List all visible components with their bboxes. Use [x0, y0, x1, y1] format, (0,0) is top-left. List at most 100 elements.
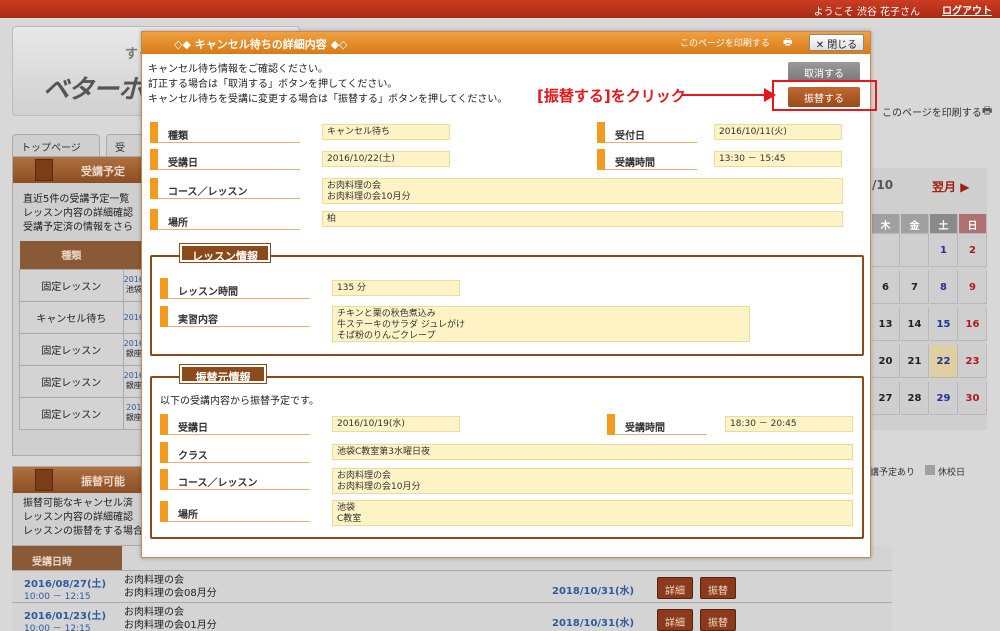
- panel-header: 受講予定: [13, 157, 149, 183]
- annotation-arrow: [682, 94, 768, 96]
- table-cell: 固定レッスン: [19, 364, 124, 398]
- close-icon: ✕: [815, 40, 825, 51]
- calendar-day[interactable]: 7: [901, 271, 929, 304]
- field-value: キャンセル待ち: [322, 124, 450, 140]
- field-value: 池袋 C教室: [332, 500, 853, 526]
- field-value: 18:30 － 20:45: [725, 416, 853, 432]
- calendar-month: /10: [872, 178, 894, 192]
- panel-text: 直近5件の受講予定一覧: [23, 194, 130, 205]
- calendar-day[interactable]: 9: [959, 271, 987, 304]
- table-row[interactable]: 固定レッスン 2016 銀座: [19, 332, 146, 366]
- cancel-wait-detail-modal: ◇◆ キャンセル待ちの詳細内容 ◆◇ このページを印刷する 🖶 ✕ 閉じる キャン…: [141, 31, 871, 558]
- top-bar: ようこそ 渋谷 花子さん ログアウト: [0, 0, 1000, 18]
- calendar-day[interactable]: 30: [959, 382, 987, 415]
- close-label: 閉じる: [827, 40, 858, 51]
- cancel-reservation-button[interactable]: 取消する: [788, 62, 860, 82]
- field-label: 受講日: [160, 414, 310, 435]
- tab-top-page[interactable]: トップページ: [12, 134, 100, 156]
- section-title: 振替元情報: [179, 364, 267, 384]
- calendar: /10 翌月 ▶ 木金土日 1 2 6 7 8 9 13 14 15 16 20 21 22 23 27 28 2…: [872, 168, 987, 430]
- field-label: 実習内容: [160, 306, 310, 327]
- calendar-day[interactable]: 13: [872, 308, 900, 341]
- modal-title: ◇◆ キャンセル待ちの詳細内容 ◆◇: [174, 38, 348, 51]
- panel-text: 受講予定済の情報をさら: [23, 222, 133, 233]
- origin-note: 以下の受講内容から振替予定です。: [160, 396, 319, 407]
- calendar-day[interactable]: 1: [930, 234, 958, 267]
- field-label: 受付日: [597, 122, 697, 143]
- transfer-button[interactable]: 振替: [700, 609, 736, 631]
- modal-print-link[interactable]: このページを印刷する: [680, 36, 770, 49]
- printer-icon: 🖶: [982, 104, 993, 117]
- transferable-panel: 振替可能 振替可能なキャンセル済 レッスン内容の詳細確認 レッスンの振替をする場…: [12, 466, 150, 546]
- calendar-day[interactable]: 15: [930, 308, 958, 341]
- print-page-link[interactable]: このページを印刷する: [882, 104, 982, 119]
- field-label: 場所: [150, 209, 300, 230]
- list-deadline: 2018/10/31(水): [552, 586, 635, 597]
- list-deadline: 2018/10/31(水): [552, 618, 635, 629]
- table-cell: 固定レッスン: [19, 332, 124, 366]
- legend-swatch: [925, 465, 935, 475]
- detail-button[interactable]: 詳細: [657, 609, 693, 631]
- field-value: 2016/10/19(水): [332, 416, 460, 432]
- field-value: お肉料理の会 お肉料理の会10月分: [332, 468, 853, 494]
- list-course: お肉料理の会: [124, 607, 184, 618]
- close-button[interactable]: ✕ 閉じる: [809, 34, 864, 51]
- panel-header: 振替可能: [13, 467, 149, 493]
- calendar-legend: 休校日: [938, 468, 966, 478]
- calendar-day[interactable]: 21: [901, 345, 929, 378]
- transfer-button[interactable]: 振替: [700, 577, 736, 599]
- list-time: 10:00 － 12:15: [24, 624, 91, 631]
- calendar-day[interactable]: 6: [872, 271, 900, 304]
- logout-link[interactable]: ログアウト: [942, 2, 992, 17]
- field-value: 13:30 － 15:45: [714, 151, 842, 167]
- calendar-day[interactable]: 16: [959, 308, 987, 341]
- book-icon: [35, 469, 53, 491]
- panel-title: 振替可能: [81, 475, 125, 488]
- book-icon: [35, 159, 53, 181]
- calendar-day[interactable]: 23: [959, 345, 987, 378]
- field-label: 受講日: [150, 149, 300, 170]
- field-value: 柏: [322, 211, 843, 227]
- calendar-day[interactable]: 22: [930, 345, 958, 378]
- next-month-link[interactable]: 翌月 ▶: [932, 178, 969, 195]
- calendar-day[interactable]: 8: [930, 271, 958, 304]
- calendar-weekday: 土: [930, 214, 958, 234]
- table-row[interactable]: キャンセル待ち 2016: [19, 300, 146, 334]
- list-row: 2016/01/23(土) 10:00 － 12:15 お肉料理の会 お肉料理の…: [12, 602, 892, 631]
- calendar-day: [872, 234, 900, 267]
- calendar-day[interactable]: 14: [901, 308, 929, 341]
- calendar-weekday: 日: [959, 214, 987, 234]
- calendar-weekday: 金: [901, 214, 929, 234]
- field-value: チキンと栗の秋色煮込み 牛ステーキのサラダ ジュレがけ そば粉のりんごクレープ: [332, 306, 750, 342]
- calendar-day[interactable]: 27: [872, 382, 900, 415]
- panel-text: レッスン内容の詳細確認: [23, 208, 133, 219]
- calendar-legend: 講予定あり: [870, 468, 916, 478]
- intro-text: キャンセル待ちを受講に変更する場合は「振替する」ボタンを押してください。: [148, 94, 508, 105]
- table-cell: キャンセル待ち: [19, 300, 124, 334]
- calendar-day[interactable]: 28: [901, 382, 929, 415]
- section-title: レッスン情報: [179, 243, 271, 263]
- list-row: 2016/08/27(土) 10:00 － 12:15 お肉料理の会 お肉料理の…: [12, 570, 892, 602]
- welcome-text: ようこそ 渋谷 花子さん: [813, 7, 920, 18]
- list-course: お肉料理の会01月分: [124, 620, 217, 631]
- field-label: レッスン時間: [160, 278, 310, 299]
- table-row[interactable]: 固定レッスン 2016 池袋: [19, 268, 146, 302]
- calendar-day[interactable]: 2: [959, 234, 987, 267]
- field-label: コース／レッスン: [160, 469, 310, 490]
- field-label: 場所: [160, 501, 310, 522]
- annotation-highlight-box: [772, 80, 877, 111]
- detail-button[interactable]: 詳細: [657, 577, 693, 599]
- calendar-day[interactable]: 29: [930, 382, 958, 415]
- panel-text: レッスン内容の詳細確認: [23, 512, 133, 523]
- field-value: 池袋C教室第3水曜日夜: [332, 444, 853, 460]
- list-date: 2016/01/23(土): [24, 611, 107, 622]
- panel-title: 受講予定: [81, 165, 125, 178]
- field-value: 2016/10/11(火): [714, 124, 842, 140]
- field-value: 2016/10/22(土): [322, 151, 450, 167]
- table-row[interactable]: 固定レッスン 2016 銀座: [19, 364, 146, 398]
- table-row[interactable]: 固定レッスン 201 銀座: [19, 396, 146, 430]
- calendar-day[interactable]: 20: [872, 345, 900, 378]
- tab-second[interactable]: 受: [106, 134, 146, 156]
- list-header: 受講日時: [12, 546, 122, 570]
- table-header: 種類: [19, 241, 124, 269]
